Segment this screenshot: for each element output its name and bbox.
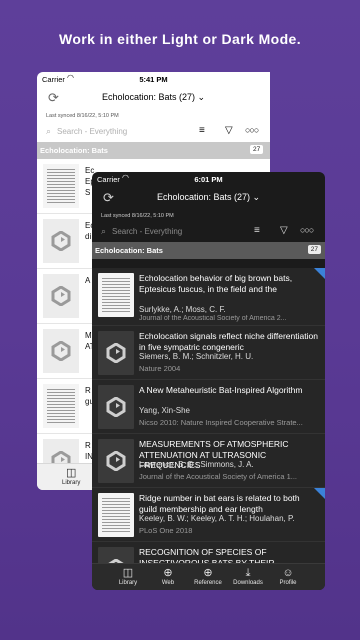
list-item[interactable]: Echolocation behavior of big brown bats,… [92,268,325,326]
reference-list: Echolocation behavior of big brown bats,… [92,268,325,563]
annotation-flag-icon [314,268,325,279]
list-item[interactable]: MEASUREMENTS OF ATMOSPHERIC ATTENUATION … [92,434,325,488]
item-authors: Surlykke, A.; Moss, C. F. [139,305,226,314]
status-time: 5:41 PM [139,75,168,84]
search-icon: ⌕ [101,226,107,236]
list-item[interactable]: A New Metaheuristic Bat-Inspired Algorit… [92,380,325,434]
item-authors: Yang, Xin-She [139,406,190,415]
app-logo-icon [43,274,79,318]
chevron-down-icon: ⌄ [197,92,206,102]
item-authors: Siemers, B. M.; Schnitzler, H. U. [139,352,254,361]
collection-header: Echolocation: Bats 27 [37,142,270,159]
search-input[interactable]: Search - Everything [57,127,127,136]
paper-thumbnail [98,493,134,537]
item-publication: Nicso 2010: Nature Inspired Cooperative … [139,418,303,427]
item-publication: Journal of the Acoustical Society of Ame… [139,315,287,322]
app-logo-icon [98,439,134,483]
item-title: Echolocation behavior of big brown bats,… [139,273,293,294]
collection-header: Echolocation: Bats 27 [92,242,325,259]
tab-web[interactable]: ⊕ Web [148,566,188,586]
collection-name: Echolocation: Bats [95,246,163,255]
sort-icon[interactable]: ≡ [199,125,205,136]
search-bar[interactable]: ⌕ Search - Everything ≡ ▽ ○○○ [92,222,325,242]
tab-label: Web [161,580,175,586]
tab-label: Library [118,580,138,586]
sort-icon[interactable]: ≡ [254,225,260,236]
headline: Work in either Light or Dark Mode. [58,31,302,47]
collection-title-dropdown[interactable]: Echolocation: Bats (27) ⌄ [37,92,270,103]
tab-library[interactable]: ◫ Library [62,466,80,486]
filter-icon[interactable]: ▽ [225,125,233,136]
collection-title: Echolocation: Bats (27) [101,92,195,102]
app-logo-icon [98,331,134,375]
item-publication: PLoS One 2018 [139,526,193,535]
tab-bar: ◫ Library ⊕ Web ⊕ Reference ⤓ Downloads … [92,563,325,590]
item-publication: Nature 2004 [139,364,181,373]
app-logo-icon [98,385,134,429]
more-icon[interactable]: ○○○ [300,225,314,235]
tab-profile[interactable]: ☺ Profile [268,566,308,586]
annotation-flag-icon [314,488,325,499]
search-input[interactable]: Search - Everything [112,227,182,236]
nav-bar: ⟳ Echolocation: Bats (27) ⌄ [92,186,325,210]
dark-mode-phone: Carrier ◠ 6:01 PM ⟳ Echolocation: Bats (… [92,172,325,590]
library-icon: ◫ [122,567,134,579]
globe-icon: ⊕ [163,567,173,579]
tab-reference[interactable]: ⊕ Reference [188,566,228,586]
item-title: A New Metaheuristic Bat-Inspired Algorit… [139,385,303,395]
item-title: RECOGNITION OF SPECIES OF INSECTIVOROUS … [139,547,275,563]
last-synced: Last synced 8/16/22, 5:10 PM [101,213,174,219]
paper-thumbnail [98,273,134,317]
tab-label: Reference [194,580,222,586]
list-item[interactable]: Ridge number in bat ears is related to b… [92,488,325,542]
list-item[interactable]: Echolocation signals reflect niche diffe… [92,326,325,380]
tab-label: Library [62,480,81,486]
status-time: 6:01 PM [194,175,223,184]
tab-downloads[interactable]: ⤓ Downloads [228,566,268,586]
app-logo-icon [43,329,79,373]
collection-count-badge: 27 [250,145,264,154]
paper-thumbnail [43,384,79,428]
item-title: Ridge number in bat ears is related to b… [139,493,300,514]
library-icon: ◫ [65,467,77,479]
chevron-down-icon: ⌄ [252,192,261,202]
last-synced: Last synced 8/16/22, 5:10 PM [46,113,119,119]
filter-icon[interactable]: ▽ [280,225,288,236]
collection-title-dropdown[interactable]: Echolocation: Bats (27) ⌄ [92,192,325,203]
status-bar: Carrier ◠ 6:01 PM [92,172,325,186]
item-publication: Journal of the Acoustical Society of Ame… [139,472,297,481]
app-logo-icon [43,219,79,263]
item-authors: Lawrence, B. D.; Simmons, J. A. [139,460,254,469]
paper-thumbnail [43,164,79,208]
status-bar: Carrier ◠ 5:41 PM [37,72,270,86]
tab-library[interactable]: ◫ Library [108,566,148,586]
tab-label: Profile [279,580,297,586]
nav-bar: ⟳ Echolocation: Bats (27) ⌄ [37,86,270,110]
app-logo-icon [98,547,134,563]
search-icon: ⌕ [46,126,52,136]
profile-icon: ☺ [282,567,294,579]
collection-count-badge: 27 [307,245,321,254]
plus-circle-icon: ⊕ [203,567,213,579]
search-bar[interactable]: ⌕ Search - Everything ≡ ▽ ○○○ [37,122,270,142]
item-title: Echolocation signals reflect niche diffe… [139,331,318,352]
tab-label: Downloads [233,580,263,586]
collection-title: Echolocation: Bats (27) [156,192,250,202]
more-icon[interactable]: ○○○ [245,125,259,135]
download-icon: ⤓ [245,567,251,579]
list-item[interactable]: RECOGNITION OF SPECIES OF INSECTIVOROUS … [92,542,325,563]
collection-name: Echolocation: Bats [40,146,108,155]
item-authors: Keeley, B. W.; Keeley, A. T. H.; Houlaha… [139,514,295,523]
